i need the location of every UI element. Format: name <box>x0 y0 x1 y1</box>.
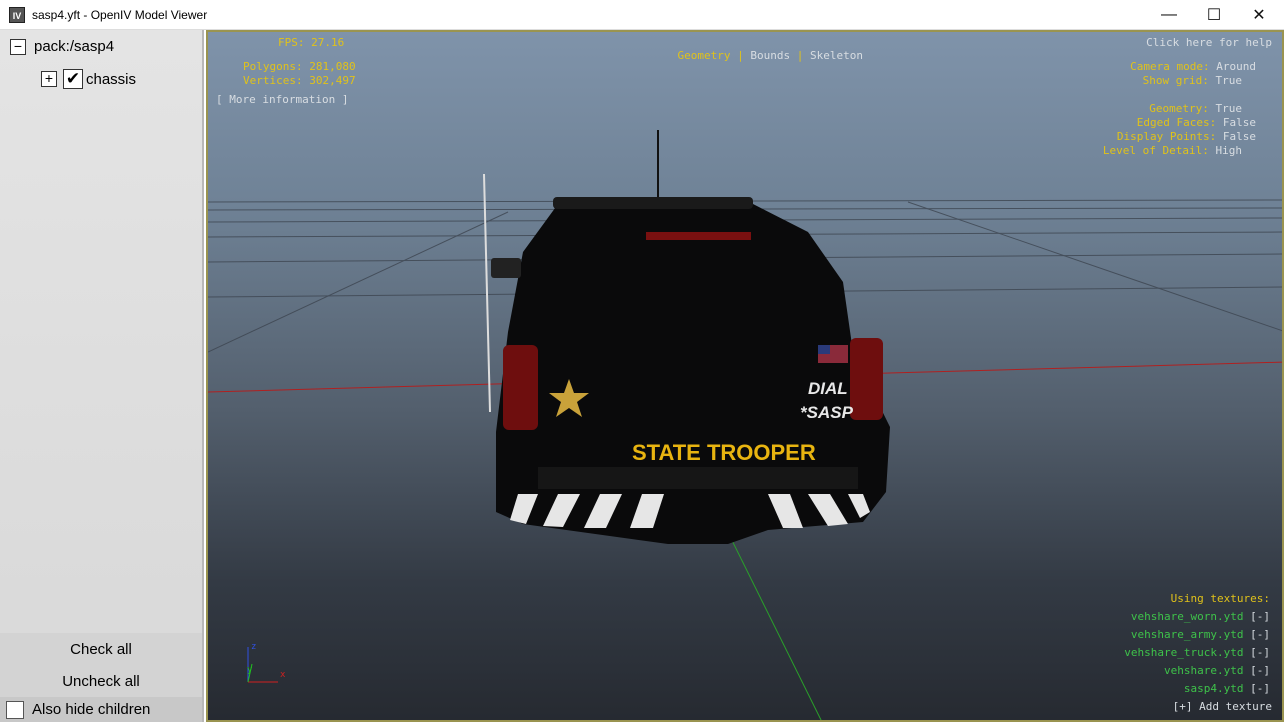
settings-edged-faces[interactable]: Edged Faces: False <box>1137 116 1256 129</box>
textures-heading: Using textures: <box>1170 592 1270 605</box>
model-tree-panel: − pack:/sasp4 + ✔ chassis Check all Unch… <box>0 30 204 722</box>
axis-y-label: y <box>247 665 253 675</box>
hide-children-option[interactable]: Also hide children <box>0 697 202 722</box>
tab-geometry[interactable]: Geometry <box>678 49 731 62</box>
tab-skeleton[interactable]: Skeleton <box>810 49 863 62</box>
axis-gizmo: z y x <box>247 642 286 683</box>
add-texture-button[interactable]: [+] Add texture <box>1173 700 1272 713</box>
settings-show-grid[interactable]: Show grid: True <box>1143 74 1242 87</box>
texture-item: vehshare_truck.ytd [-] <box>1124 646 1270 659</box>
tree-root-label: pack:/sasp4 <box>34 38 115 55</box>
view-mode-tabs: Geometry | Bounds | Skeleton <box>677 49 863 62</box>
help-link[interactable]: Click here for help <box>1146 36 1272 49</box>
remove-texture-button[interactable]: [-] <box>1250 628 1270 641</box>
app-icon: IV <box>9 6 25 23</box>
minimize-button[interactable]: — <box>1146 0 1192 30</box>
uncheck-all-button[interactable]: Uncheck all <box>0 665 202 697</box>
remove-texture-button[interactable]: [-] <box>1250 646 1270 659</box>
settings-geometry[interactable]: Geometry: True <box>1149 102 1242 115</box>
axis-z-label: z <box>251 642 256 652</box>
rear-decal-text: STATE TROOPER <box>632 440 816 465</box>
3d-viewport[interactable]: STATE TROOPER DIAL *SASP z y x FPS: 27.1… <box>206 30 1284 722</box>
remove-texture-button[interactable]: [-] <box>1250 610 1270 623</box>
axis-x-label: x <box>280 670 286 680</box>
collapse-icon[interactable]: − <box>10 38 26 55</box>
vertices-readout: Vertices: 302,497 <box>243 74 356 87</box>
remove-texture-button[interactable]: [-] <box>1250 664 1270 677</box>
expand-icon[interactable]: + <box>41 71 57 87</box>
settings-display-points[interactable]: Display Points: False <box>1117 130 1256 143</box>
texture-item: vehshare.ytd [-] <box>1164 664 1270 677</box>
settings-camera-mode[interactable]: Camera mode: Around <box>1130 60 1256 73</box>
maximize-button[interactable]: ☐ <box>1191 0 1237 30</box>
tree-item-root[interactable]: − pack:/sasp4 <box>10 38 114 55</box>
check-all-button[interactable]: Check all <box>0 633 202 665</box>
polygons-readout: Polygons: 281,080 <box>243 60 356 73</box>
hide-children-label: Also hide children <box>32 701 151 718</box>
hide-children-checkbox[interactable] <box>6 700 24 719</box>
texture-item: vehshare_worn.ytd [-] <box>1130 610 1270 623</box>
settings-level-of-detail[interactable]: Level of Detail: High <box>1103 144 1242 157</box>
more-information-link[interactable]: [ More information ] <box>216 93 348 106</box>
tree-item-label: chassis <box>86 70 137 88</box>
texture-item: vehshare_army.ytd [-] <box>1130 628 1270 641</box>
tree-item-chassis[interactable]: + ✔ chassis <box>41 69 136 89</box>
tab-bounds[interactable]: Bounds <box>750 49 790 62</box>
fps-readout: FPS: 27.16 <box>278 36 345 49</box>
close-button[interactable]: ✕ <box>1236 0 1282 30</box>
texture-item: sasp4.ytd [-] <box>1183 682 1270 695</box>
chassis-checkbox[interactable]: ✔ <box>63 69 83 89</box>
remove-texture-button[interactable]: [-] <box>1250 682 1270 695</box>
window-title: sasp4.yft - OpenIV Model Viewer <box>32 7 208 22</box>
vehicle-model: STATE TROOPER DIAL *SASP <box>491 197 890 544</box>
title-bar: IV sasp4.yft - OpenIV Model Viewer — ☐ ✕ <box>0 0 1284 30</box>
side-decal-line2: *SASP <box>800 403 854 422</box>
side-decal-line1: DIAL <box>808 379 848 398</box>
